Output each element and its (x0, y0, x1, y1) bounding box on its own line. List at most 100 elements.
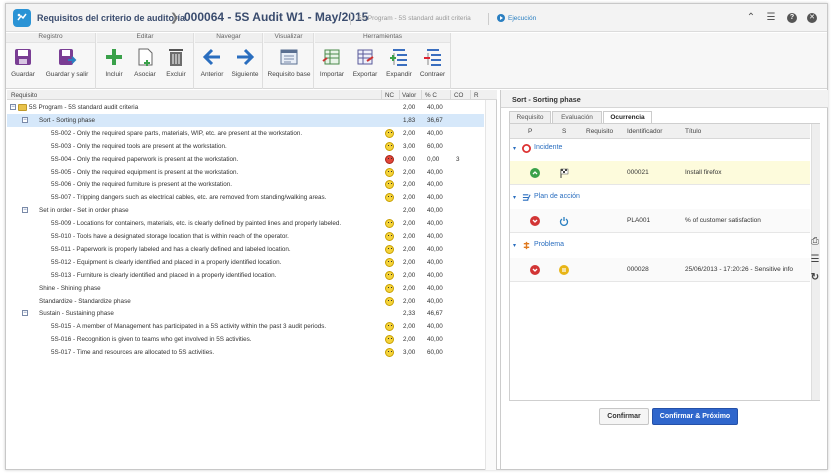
table-row[interactable]: 5S-003 - Only the required tools are pre… (7, 140, 484, 153)
row-valor: 2,00 (403, 245, 416, 253)
list-view-icon[interactable]: ☰ (809, 254, 821, 266)
row-pc: 40,00 (427, 104, 443, 111)
table-row[interactable]: 5S-010 - Tools have a designated storage… (7, 230, 484, 243)
tree-toggle-icon[interactable]: − (22, 116, 28, 123)
app-logo-icon (13, 9, 31, 27)
row-valor: 2,00 (403, 258, 416, 266)
table-row[interactable]: − Sort - Sorting phase 1,83 36,67 (7, 113, 484, 127)
occurrence-row[interactable]: 000021 Install firefox (510, 161, 810, 185)
tree-toggle-icon[interactable]: − (10, 104, 16, 110)
col-p[interactable]: P (528, 128, 532, 135)
row-pc: 40,00 (427, 245, 443, 253)
neutral-face-icon (385, 322, 394, 332)
col-requisito[interactable]: Requisito (586, 128, 613, 135)
pause-icon (559, 265, 569, 275)
table-row[interactable]: 5S-012 - Equipment is clearly identified… (7, 256, 484, 269)
row-valor: 2,00 (403, 323, 416, 331)
col-percent[interactable]: % C (425, 92, 437, 99)
row-valor: 3,00 (403, 142, 416, 150)
neutral-face-icon (385, 283, 394, 293)
table-row[interactable]: 5S-011 - Paperwork is properly labeled a… (7, 243, 484, 256)
row-pc: 40,00 (427, 168, 443, 176)
col-nc[interactable]: NC (385, 92, 394, 99)
exclude-button[interactable]: Excluir (161, 45, 191, 87)
previous-button[interactable]: Anterior (197, 45, 227, 87)
associate-button[interactable]: Asociar (130, 45, 160, 87)
col-requirement[interactable]: Requisito (11, 92, 37, 99)
table-row[interactable]: − 5S Program - 5S standard audit criteria… (7, 101, 484, 114)
col-title[interactable]: Título (685, 128, 701, 135)
row-requirement-text: 5S-004 - Only the required paperwork is … (51, 155, 239, 163)
col-value[interactable]: Valor (402, 92, 416, 99)
export-button[interactable]: Exportar (349, 45, 381, 87)
col-identifier[interactable]: Identificador (627, 128, 662, 135)
col-s[interactable]: S (562, 128, 566, 135)
confirm-button[interactable]: Confirmar (599, 408, 649, 425)
base-requirement-label: Requisito base (267, 71, 311, 78)
next-button[interactable]: Siguiente (229, 45, 261, 87)
row-pc: 60,00 (427, 349, 443, 357)
neutral-face-icon (385, 335, 394, 345)
row-requirement-text: Set in order - Set in order phase (39, 207, 129, 215)
row-requirement-text: 5S-010 - Tools have a designated storage… (51, 233, 289, 240)
row-requirement-text: 5S-002 - Only the required spare parts, … (51, 129, 303, 137)
occurrence-row[interactable]: PLA001 % of customer satisfaction (510, 209, 810, 233)
table-row[interactable]: 5S-006 - Only the required furniture is … (7, 178, 484, 191)
table-row[interactable]: 5S-017 - Time and resources are allocate… (7, 346, 484, 359)
row-pc: 40,00 (427, 271, 443, 279)
panel-title: Sort - Sorting phase (512, 95, 581, 104)
row-pc: 40,00 (427, 258, 443, 266)
row-pc: 40,00 (427, 220, 443, 228)
grid-scrollbar[interactable] (485, 100, 496, 470)
row-requirement-text: 5S-017 - Time and resources are allocate… (51, 349, 215, 357)
col-co[interactable]: CO (454, 92, 463, 99)
table-row[interactable]: 5S-002 - Only the required spare parts, … (7, 127, 484, 140)
table-row[interactable]: Shine - Shining phase 2,00 40,00 (7, 282, 484, 295)
refresh-icon[interactable]: ↻ (809, 272, 821, 284)
collapse-button[interactable]: Contraer (416, 45, 449, 87)
occurrence-row[interactable]: 000028 25/06/2013 - 17:20:26 - Sensitive… (510, 258, 810, 282)
row-requirement-text: 5S-009 - Locations for containers, mater… (51, 220, 342, 228)
table-row[interactable]: 5S-015 - A member of Management has part… (7, 320, 484, 333)
row-requirement-text: 5S-007 - Tripping dangers such as electr… (51, 194, 327, 202)
table-row[interactable]: 5S-013 - Furniture is clearly identified… (7, 269, 484, 282)
neutral-face-icon (385, 141, 394, 151)
section-problema[interactable]: ▾ Problema (510, 237, 810, 254)
table-row[interactable]: − Set in order - Set in order phase 2,00 40… (7, 204, 484, 217)
neutral-face-icon (385, 167, 394, 177)
help-icon[interactable]: ? (787, 13, 797, 23)
section-plan-de-accion[interactable]: ▾ Plan de acción (510, 189, 810, 206)
row-valor: 3,00 (403, 349, 416, 357)
include-button[interactable]: Incluir (99, 45, 129, 87)
table-row[interactable]: Standardize - Standardize phase 2,00 40,00 (7, 295, 484, 308)
occurrence-id: PLA001 (627, 217, 651, 224)
tree-toggle-icon[interactable]: − (22, 310, 28, 317)
collapse-icon[interactable]: ⌃ (746, 13, 756, 23)
group-title: Registro (6, 33, 95, 43)
table-row[interactable]: − Sustain - Sustaining phase 2,33 46,67 (7, 307, 484, 320)
tree-toggle-icon[interactable]: − (22, 207, 28, 214)
table-row[interactable]: 5S-004 - Only the required paperwork is … (7, 153, 484, 166)
table-row[interactable]: 5S-009 - Locations for containers, mater… (7, 217, 484, 230)
col-r[interactable]: R (474, 92, 479, 99)
confirm-next-button[interactable]: Confirmar & Próximo (652, 408, 738, 425)
table-row[interactable]: 5S-007 - Tripping dangers such as electr… (7, 191, 484, 204)
expand-button[interactable]: Expandir (383, 45, 415, 87)
save-label: Guardar (11, 71, 35, 78)
toolbar-group-herramientas: Herramientas Importar Exportar Expandir … (315, 33, 451, 89)
panel-title-bar: Sort - Sorting phase (501, 90, 828, 108)
save-button[interactable]: Guardar (8, 45, 38, 87)
title-bar: Requisitos del criterio de auditoría ❯ 0… (6, 4, 827, 32)
close-icon[interactable]: ✕ (807, 13, 817, 23)
section-label: Problema (534, 241, 564, 248)
base-requirement-button[interactable]: Requisito base (266, 45, 312, 87)
save-exit-button[interactable]: Guardar y salir (40, 45, 94, 87)
table-row[interactable]: 5S-005 - Only the required equipment is … (7, 166, 484, 179)
table-row[interactable]: 5S-016 - Recognition is given to teams w… (7, 333, 484, 346)
import-button[interactable]: Importar (317, 45, 347, 87)
status-label: Ejecución (508, 15, 537, 22)
print-icon[interactable]: ⎙ (809, 236, 821, 248)
row-requirement-text: 5S-005 - Only the required equipment is … (51, 168, 239, 176)
list-icon[interactable]: ☰ (766, 13, 776, 23)
section-incidente[interactable]: ▾ Incidente (510, 140, 810, 157)
